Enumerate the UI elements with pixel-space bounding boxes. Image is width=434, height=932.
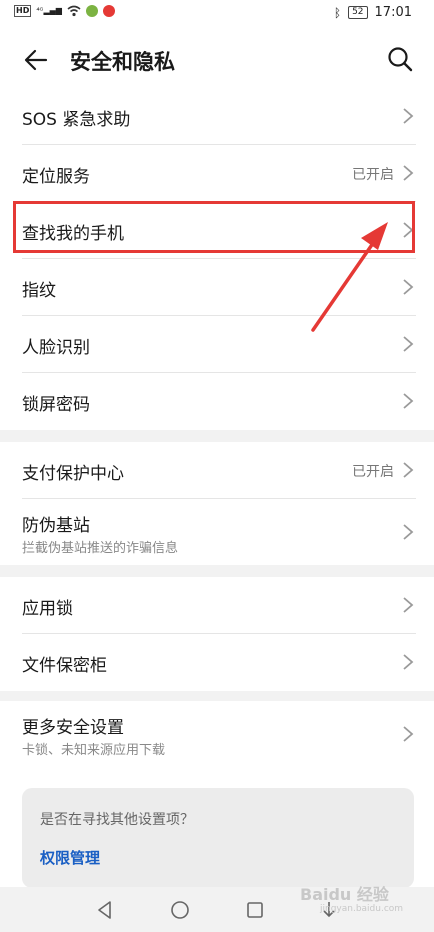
settings-item-lock-screen-password[interactable]: 锁屏密码 [0, 373, 434, 430]
search-icon[interactable] [386, 45, 414, 73]
hd-icon: HD [14, 5, 32, 17]
settings-item-label: 人脸识别 [22, 338, 90, 358]
status-left-icons: HD ⁴ᴳ▂▄▆ [14, 5, 115, 17]
settings-item-label: 支付保护中心 [22, 464, 124, 484]
settings-item-payment-protection[interactable]: 支付保护中心 已开启 [0, 442, 434, 499]
settings-item-location[interactable]: 定位服务 已开启 [0, 145, 434, 202]
settings-item-status: 已开启 [352, 464, 394, 480]
settings-item-face-recognition[interactable]: 人脸识别 [0, 316, 434, 373]
app-notification-icon [102, 5, 115, 17]
settings-item-label: 应用锁 [22, 599, 73, 619]
back-arrow-icon[interactable] [22, 46, 50, 74]
settings-item-label: 更多安全设置 [22, 718, 124, 738]
chevron-right-icon [403, 393, 414, 409]
settings-item-label: 文件保密柜 [22, 656, 107, 676]
bluetooth-icon: ᛒ [333, 5, 342, 20]
settings-item-label: 查找我的手机 [22, 224, 124, 244]
settings-item-status: 已开启 [352, 167, 394, 183]
permission-management-link[interactable]: 权限管理 [40, 847, 100, 868]
status-bar: HD ⁴ᴳ▂▄▆ ᛒ 52 17:01 [0, 0, 434, 26]
settings-item-app-lock[interactable]: 应用锁 [0, 577, 434, 634]
watermark-url: jingyan.baidu.com [320, 904, 404, 914]
settings-item-label: 防伪基站 [22, 516, 90, 536]
settings-item-label: 指纹 [22, 281, 56, 301]
chevron-right-icon [403, 524, 414, 540]
nav-home-icon[interactable] [169, 899, 191, 921]
settings-item-label: 定位服务 [22, 167, 90, 187]
page-title: 安全和隐私 [70, 50, 175, 74]
settings-group-1: SOS 紧急求助 定位服务 已开启 查找我的手机 指纹 人脸识别 锁屏密码 [0, 88, 434, 430]
cellular-signal-icon: ⁴ᴳ▂▄▆ [36, 6, 62, 15]
status-time: 17:01 [374, 5, 412, 20]
nav-back-icon[interactable] [94, 899, 116, 921]
chevron-right-icon [403, 222, 414, 238]
chevron-right-icon [403, 108, 414, 124]
chevron-right-icon [403, 726, 414, 742]
suggestion-question: 是否在寻找其他设置项？ [40, 812, 194, 828]
app-bar: 安全和隐私 [0, 26, 434, 94]
status-right-icons: ᛒ 52 17:01 [334, 5, 412, 20]
settings-group-3: 应用锁 文件保密柜 [0, 577, 434, 691]
battery-icon: 52 [348, 6, 368, 19]
settings-item-description: 卡锁、未知来源应用下载 [22, 743, 166, 758]
settings-group-2: 支付保护中心 已开启 防伪基站 拦截伪基站推送的诈骗信息 [0, 442, 434, 565]
suggestion-card: 是否在寻找其他设置项？ 权限管理 [22, 788, 414, 888]
chevron-right-icon [403, 336, 414, 352]
settings-item-fake-base-station[interactable]: 防伪基站 拦截伪基站推送的诈骗信息 [0, 499, 434, 565]
chevron-right-icon [403, 597, 414, 613]
app-notification-icon [85, 5, 98, 17]
settings-item-more-security[interactable]: 更多安全设置 卡锁、未知来源应用下载 [0, 701, 434, 767]
settings-item-label: 锁屏密码 [22, 395, 90, 415]
settings-item-label: SOS 紧急求助 [22, 110, 131, 130]
settings-item-sos[interactable]: SOS 紧急求助 [0, 88, 434, 145]
chevron-right-icon [403, 654, 414, 670]
settings-item-file-safe[interactable]: 文件保密柜 [0, 634, 434, 691]
settings-item-description: 拦截伪基站推送的诈骗信息 [22, 541, 179, 556]
wifi-icon [67, 5, 81, 17]
chevron-right-icon [403, 165, 414, 181]
settings-item-find-my-phone[interactable]: 查找我的手机 [0, 202, 434, 259]
nav-recents-icon[interactable] [244, 899, 266, 921]
watermark: Baidu 经验 [300, 885, 389, 904]
chevron-right-icon [403, 462, 414, 478]
chevron-right-icon [403, 279, 414, 295]
settings-item-fingerprint[interactable]: 指纹 [0, 259, 434, 316]
